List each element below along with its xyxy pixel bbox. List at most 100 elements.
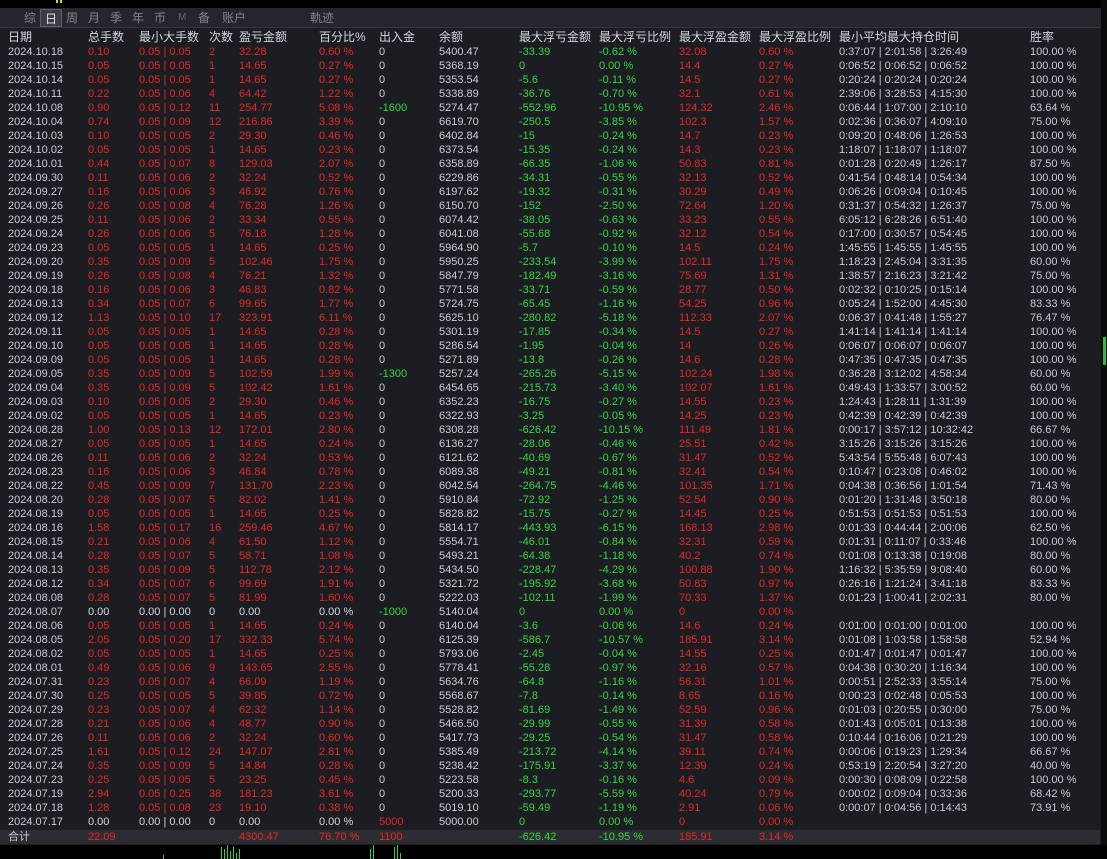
table-row[interactable]: 2024.10.04 0.74 0.05 | 0.09 12 216.86 3.39 % 0… bbox=[0, 115, 1100, 129]
cell-pnl: 14.65 bbox=[239, 144, 267, 156]
header-hold-time[interactable]: 最小平均最大持仓时间 bbox=[839, 29, 959, 45]
table-row[interactable]: 2024.07.26 0.11 0.05 | 0.06 2 32.24 0.60 % 0 54… bbox=[0, 731, 1100, 745]
cell-max-float-profit: 32.41 bbox=[679, 466, 707, 478]
header-total-lots[interactable]: 总手数 bbox=[88, 29, 124, 45]
cell-max-float-loss-pct: -1.06 % bbox=[599, 158, 637, 170]
table-row[interactable]: 2024.10.18 0.10 0.05 | 0.05 2 32.28 0.60 % 0 54… bbox=[0, 45, 1100, 59]
tab-0[interactable]: 综 bbox=[20, 9, 40, 27]
header-max-float-profit[interactable]: 最大浮盈金额 bbox=[679, 29, 751, 45]
table-row[interactable]: 2024.09.11 0.05 0.05 | 0.05 1 14.65 0.28 % 0 53… bbox=[0, 325, 1100, 339]
header-min-max-lots[interactable]: 最小大手数 bbox=[139, 29, 199, 45]
header-max-float-profit-pct[interactable]: 最大浮盈比例 bbox=[759, 29, 831, 45]
tab-3[interactable]: 月 bbox=[84, 9, 104, 27]
tab-1[interactable]: 日 bbox=[40, 9, 63, 27]
table-row[interactable]: 2024.09.12 1.13 0.05 | 0.10 17 323.91 6.11 % 0… bbox=[0, 311, 1100, 325]
tab-8[interactable]: 备 bbox=[194, 9, 214, 27]
cell-win-rate: 87.50 % bbox=[1030, 158, 1071, 170]
table-row[interactable]: 2024.07.28 0.21 0.05 | 0.06 4 48.77 0.90 % 0 54… bbox=[0, 717, 1100, 731]
table-row[interactable]: 2024.10.08 0.90 0.05 | 0.12 11 254.77 5.08 % -… bbox=[0, 101, 1100, 115]
table-row[interactable]: 2024.10.11 0.22 0.05 | 0.06 4 64.42 1.22 % 0 53… bbox=[0, 87, 1100, 101]
table-row[interactable]: 2024.09.24 0.26 0.05 | 0.06 5 76.18 1.28 % 0 60… bbox=[0, 227, 1100, 241]
table-row[interactable]: 2024.07.17 0.00 0.00 | 0.00 0 0.00 0.00 % 5000… bbox=[0, 815, 1100, 829]
header-max-float-loss-pct[interactable]: 最大浮亏比例 bbox=[599, 29, 671, 45]
cell-deposit: 0 bbox=[379, 382, 386, 394]
cell-total-lots: 1.28 bbox=[88, 802, 110, 814]
cell-pct: 2.80 % bbox=[319, 424, 354, 436]
table-row[interactable]: 2024.07.30 0.25 0.05 | 0.05 5 39.85 0.72 % 0 55… bbox=[0, 689, 1100, 703]
table-row[interactable]: 2024.08.28 1.00 0.05 | 0.13 12 172.01 2.80 % 0… bbox=[0, 423, 1100, 437]
cell-total-lots: 0.16 bbox=[88, 466, 110, 478]
table-row[interactable]: 2024.09.09 0.05 0.05 | 0.05 1 14.65 0.28 % 0 52… bbox=[0, 353, 1100, 367]
cell-date: 2024.08.06 bbox=[8, 620, 64, 632]
tab-5[interactable]: 年 bbox=[128, 9, 148, 27]
table-row[interactable]: 2024.08.27 0.05 0.05 | 0.05 1 14.65 0.24 % 0 61… bbox=[0, 437, 1100, 451]
table-row[interactable]: 2024.08.06 0.05 0.05 | 0.05 1 14.65 0.24 % 0 61… bbox=[0, 619, 1100, 633]
table-row[interactable]: 2024.09.23 0.05 0.05 | 0.05 1 14.65 0.25 % 0 59… bbox=[0, 241, 1100, 255]
table-row[interactable]: 2024.10.01 0.44 0.05 | 0.07 8 129.03 2.07 % 0 6… bbox=[0, 157, 1100, 171]
cell-pnl: 32.24 bbox=[239, 452, 267, 464]
table-row[interactable]: 2024.08.02 0.05 0.05 | 0.05 1 14.65 0.25 % 0 57… bbox=[0, 647, 1100, 661]
table-row[interactable]: 2024.08.12 0.34 0.05 | 0.07 6 99.69 1.91 % 0 53… bbox=[0, 577, 1100, 591]
header-win-rate[interactable]: 胜率 bbox=[1030, 29, 1054, 45]
table-row[interactable]: 2024.07.19 2.94 0.05 | 0.25 38 181.23 3.61 % 0… bbox=[0, 787, 1100, 801]
table-row[interactable]: 2024.09.27 0.16 0.05 | 0.06 3 46.92 0.76 % 0 61… bbox=[0, 185, 1100, 199]
table-row[interactable]: 2024.09.18 0.16 0.05 | 0.06 3 46.83 0.82 % 0 57… bbox=[0, 283, 1100, 297]
header-max-float-loss[interactable]: 最大浮亏金额 bbox=[519, 29, 591, 45]
table-row[interactable]: 2024.09.26 0.26 0.05 | 0.08 4 76.28 1.26 % 0 61… bbox=[0, 199, 1100, 213]
header-deposit[interactable]: 出入金 bbox=[379, 29, 415, 45]
table-row[interactable]: 2024.09.02 0.05 0.05 | 0.05 1 14.65 0.23 % 0 63… bbox=[0, 409, 1100, 423]
table-row[interactable]: 2024.10.03 0.10 0.05 | 0.05 2 29.30 0.46 % 0 64… bbox=[0, 129, 1100, 143]
header-date[interactable]: 日期 bbox=[8, 29, 32, 45]
cell-max-float-profit: 40.24 bbox=[679, 788, 707, 800]
table-row[interactable]: 2024.09.13 0.34 0.05 | 0.07 6 99.65 1.77 % 0 57… bbox=[0, 297, 1100, 311]
table-row[interactable]: 2024.07.29 0.23 0.05 | 0.07 4 62.32 1.14 % 0 55… bbox=[0, 703, 1100, 717]
table-row[interactable]: 2024.08.16 1.58 0.05 | 0.17 16 259.46 4.67 % 0… bbox=[0, 521, 1100, 535]
cell-max-float-loss: -3.25 bbox=[519, 410, 545, 422]
table-row[interactable]: 2024.08.14 0.28 0.05 | 0.07 5 58.71 1.08 % 0 54… bbox=[0, 549, 1100, 563]
header-pct[interactable]: 百分比% bbox=[319, 29, 366, 45]
tab-10[interactable]: 軌迹 bbox=[306, 9, 338, 27]
table-row[interactable]: 2024.08.07 0.00 0.00 | 0.00 0 0.00 0.00 % -100… bbox=[0, 605, 1100, 619]
table-row[interactable]: 2024.08.20 0.28 0.05 | 0.07 5 82.02 1.41 % 0 59… bbox=[0, 493, 1100, 507]
table-row[interactable]: 2024.09.03 0.10 0.05 | 0.05 2 29.30 0.46 % 0 63… bbox=[0, 395, 1100, 409]
cell-win-rate: 80.00 % bbox=[1030, 550, 1071, 562]
tab-9[interactable]: 账户 bbox=[218, 9, 250, 27]
tab-7[interactable]: M bbox=[174, 9, 190, 27]
table-row[interactable]: 2024.10.02 0.05 0.05 | 0.05 1 14.65 0.23 % 0 63… bbox=[0, 143, 1100, 157]
table-row[interactable]: 2024.09.10 0.05 0.05 | 0.05 1 14.65 0.28 % 0 52… bbox=[0, 339, 1100, 353]
table-row[interactable]: 2024.08.22 0.45 0.05 | 0.09 7 131.70 2.23 % 0 6… bbox=[0, 479, 1100, 493]
table-row[interactable]: 2024.07.18 1.28 0.05 | 0.08 23 19.10 0.38 % 0 5… bbox=[0, 801, 1100, 815]
header-count[interactable]: 次数 bbox=[209, 29, 233, 45]
table-row[interactable]: 2024.10.14 0.05 0.05 | 0.05 1 14.65 0.27 % 0 53… bbox=[0, 73, 1100, 87]
tab-2[interactable]: 周 bbox=[62, 9, 82, 27]
cell-max-float-profit-pct: 0.49 % bbox=[759, 186, 794, 198]
header-pnl[interactable]: 盈亏金额 bbox=[239, 29, 287, 45]
table-row[interactable]: 2024.09.20 0.35 0.05 | 0.09 5 102.46 1.75 % 0 5… bbox=[0, 255, 1100, 269]
table-row[interactable]: 2024.09.19 0.26 0.05 | 0.08 4 76.21 1.32 % 0 58… bbox=[0, 269, 1100, 283]
table-row[interactable]: 2024.08.08 0.28 0.05 | 0.07 5 81.99 1.60 % 0 52… bbox=[0, 591, 1100, 605]
table-row[interactable]: 2024.07.23 0.25 0.05 | 0.05 5 23.25 0.45 % 0 52… bbox=[0, 773, 1100, 787]
cell-hold-time: 2:39:06 | 3:28:53 | 4:15:30 bbox=[839, 88, 968, 100]
table-row[interactable]: 2024.07.31 0.23 0.05 | 0.07 4 66.09 1.19 % 0 56… bbox=[0, 675, 1100, 689]
table-row[interactable]: 2024.08.05 2.05 0.05 | 0.20 17 332.33 5.74 % 0… bbox=[0, 633, 1100, 647]
header-balance[interactable]: 余额 bbox=[439, 29, 463, 45]
table-row[interactable]: 2024.09.30 0.11 0.05 | 0.06 2 32.24 0.52 % 0 62… bbox=[0, 171, 1100, 185]
tab-4[interactable]: 季 bbox=[106, 9, 126, 27]
cell-date: 2024.09.20 bbox=[8, 256, 64, 268]
table-row[interactable]: 2024.09.04 0.35 0.05 | 0.09 5 102.42 1.61 % 0 6… bbox=[0, 381, 1100, 395]
table-row[interactable]: 2024.08.23 0.16 0.05 | 0.06 3 46.84 0.78 % 0 60… bbox=[0, 465, 1100, 479]
cell-count: 5 bbox=[209, 550, 216, 562]
table-row[interactable]: 2024.07.25 1.61 0.05 | 0.12 24 147.07 2.81 % 0… bbox=[0, 745, 1100, 759]
table-row[interactable]: 2024.08.13 0.35 0.05 | 0.09 5 112.78 2.12 % 0 5… bbox=[0, 563, 1100, 577]
table-row[interactable]: 2024.07.24 0.35 0.05 | 0.09 5 14.84 0.28 % 0 52… bbox=[0, 759, 1100, 773]
table-row[interactable]: 2024.09.05 0.35 0.05 | 0.09 5 102.59 1.99 % -1… bbox=[0, 367, 1100, 381]
table-row[interactable]: 2024.08.01 0.49 0.05 | 0.06 9 143.65 2.55 % 0 5… bbox=[0, 661, 1100, 675]
table-row[interactable]: 2024.08.19 0.05 0.05 | 0.05 1 14.65 0.25 % 0 58… bbox=[0, 507, 1100, 521]
table-row[interactable]: 2024.10.15 0.05 0.05 | 0.05 1 14.65 0.27 % 0 53… bbox=[0, 59, 1100, 73]
table-row[interactable]: 2024.08.26 0.11 0.05 | 0.06 2 32.24 0.53 % 0 61… bbox=[0, 451, 1100, 465]
table-row[interactable]: 2024.08.15 0.21 0.05 | 0.06 4 61.50 1.12 % 0 55… bbox=[0, 535, 1100, 549]
cell-win-rate: 100.00 % bbox=[1030, 452, 1077, 464]
table-row[interactable]: 2024.09.25 0.11 0.05 | 0.06 2 33.34 0.55 % 0 60… bbox=[0, 213, 1100, 227]
cell-max-float-profit-pct: 0.27 % bbox=[759, 74, 794, 86]
tab-6[interactable]: 币 bbox=[150, 9, 170, 27]
